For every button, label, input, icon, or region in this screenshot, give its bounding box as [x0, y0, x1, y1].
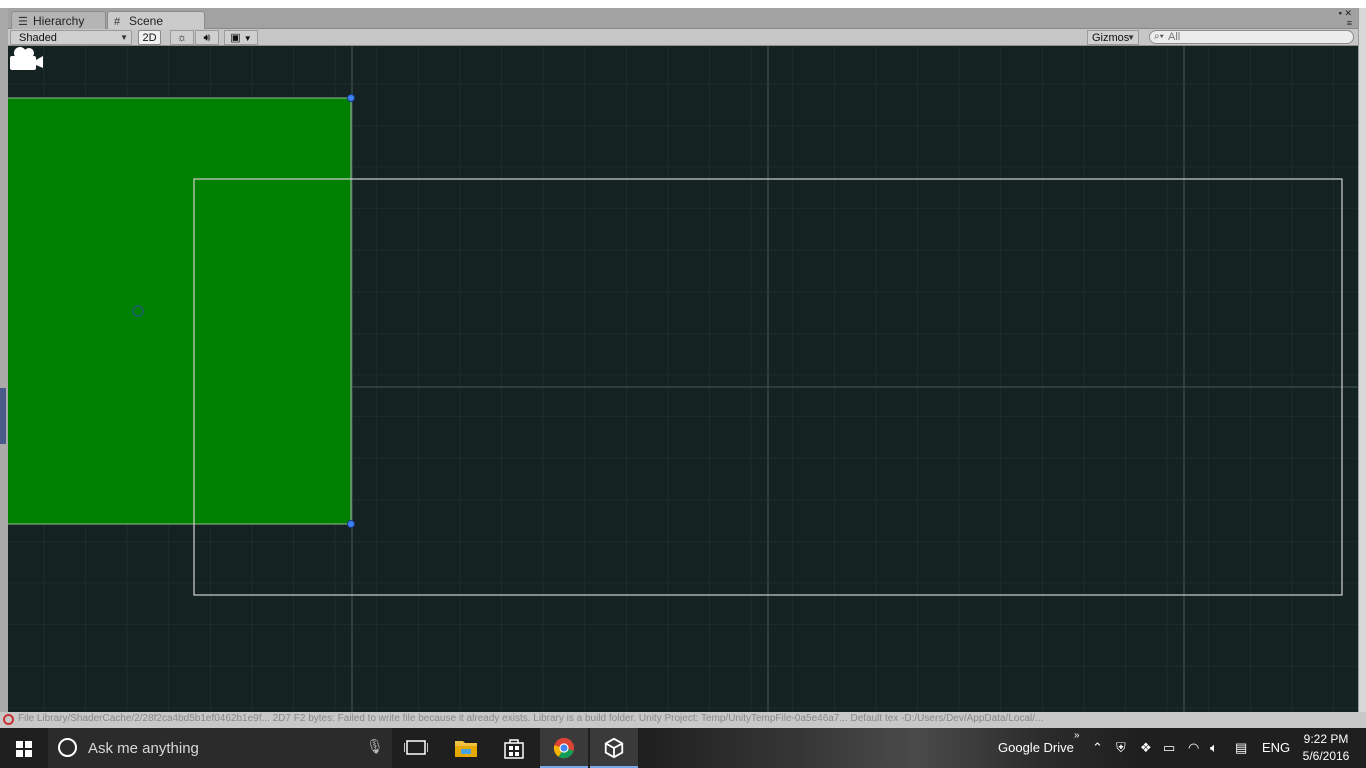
folder-icon: [455, 741, 477, 757]
language-indicator[interactable]: ENG: [1262, 740, 1290, 755]
cortana-search-placeholder: Ask me anything: [88, 740, 199, 757]
scene-toolbar: Shaded ▼ 2D ☼ 🔊︎ ▣ ▼ Gizmos ▼ ⌕▾ All: [8, 29, 1358, 46]
wifi-icon[interactable]: ◠: [1188, 740, 1199, 756]
task-view-icon: [404, 740, 428, 755]
tab-hierarchy[interactable]: ☰ Hierarchy: [11, 11, 106, 29]
clock-time: 9:22 PM: [1303, 732, 1349, 746]
chevron-down-icon: ▼: [243, 34, 252, 43]
shield-icon[interactable]: ⛨: [1116, 740, 1126, 756]
image-icon: ▣: [230, 32, 241, 44]
chrome-icon: [553, 737, 575, 759]
speaker-icon: 🔊︎: [203, 32, 211, 44]
dropbox-icon[interactable]: ❖: [1140, 740, 1152, 756]
sun-icon: ☼: [176, 32, 188, 44]
clock[interactable]: 9:22 PM 5/6/2016: [1300, 731, 1352, 765]
start-button[interactable]: [0, 728, 48, 768]
window-controls: ▪ ✕ ≡: [1339, 8, 1352, 28]
store-icon: [504, 739, 524, 759]
resize-handle-bottom-right[interactable]: [347, 520, 355, 528]
scene-viewport[interactable]: [8, 46, 1358, 720]
green-sprite[interactable]: [8, 97, 352, 525]
search-icon: ⌕▾: [1154, 31, 1164, 42]
scene-lighting-button[interactable]: ☼: [170, 30, 194, 45]
chevron-down-icon: ▼: [120, 33, 128, 42]
unity-icon: [604, 737, 624, 759]
chevron-up-double-icon[interactable]: »: [1074, 730, 1080, 741]
scene-effects-button[interactable]: ▣ ▼: [224, 30, 258, 45]
console-status-bar[interactable]: File Library/ShaderCache/2/28f2ca4bd5b1e…: [0, 712, 1366, 728]
scene-canvas: [8, 46, 1358, 720]
store-button[interactable]: [490, 728, 538, 768]
screen: ☰ Hierarchy # Scene ▪ ✕ ≡ Shaded ▼ 2D ☼ 🔊︎…: [0, 0, 1366, 768]
right-panel-edge[interactable]: [1358, 8, 1366, 720]
shading-mode-label: Shaded: [19, 32, 57, 44]
chrome-button[interactable]: [540, 728, 588, 768]
close-icon[interactable]: ✕: [1344, 8, 1352, 18]
panel-selection-marker: [0, 388, 6, 444]
console-message: File Library/ShaderCache/2/28f2ca4bd5b1e…: [18, 713, 1044, 724]
left-panel-edge: [0, 8, 8, 720]
resize-handle-top-right[interactable]: [347, 94, 355, 102]
tab-hierarchy-label: Hierarchy: [33, 14, 85, 28]
battery-icon[interactable]: ▭: [1163, 740, 1175, 756]
gizmos-label: Gizmos: [1092, 32, 1130, 44]
clock-date: 5/6/2016: [1302, 749, 1350, 763]
grid-icon: #: [114, 16, 121, 28]
tab-scene[interactable]: # Scene: [107, 11, 205, 30]
tab-scene-label: Scene: [129, 14, 164, 28]
scene-search-placeholder: All: [1168, 31, 1181, 43]
editor-tab-bar: ☰ Hierarchy # Scene ▪ ✕ ≡: [8, 8, 1358, 30]
list-icon: ☰: [18, 16, 28, 28]
title-strip: [0, 0, 1366, 8]
file-explorer-button[interactable]: [442, 728, 490, 768]
unity-button[interactable]: [590, 728, 638, 768]
windows-taskbar: Ask me anything 🎙︎ Google Drive » ⌃ ⛨ ❖ …: [0, 728, 1366, 768]
google-drive-tray-label[interactable]: Google Drive: [998, 740, 1074, 755]
notifications-icon[interactable]: ▤: [1235, 740, 1247, 756]
camera-gizmo-icon[interactable]: [8, 46, 44, 72]
volume-icon[interactable]: 🔈︎: [1210, 740, 1218, 756]
cortana-icon: [58, 738, 77, 757]
error-icon: [3, 714, 14, 725]
windows-logo-icon: [16, 741, 32, 757]
scene-audio-button[interactable]: 🔊︎: [195, 30, 219, 45]
maximize-icon[interactable]: ▪: [1339, 8, 1342, 18]
show-hidden-icons-icon[interactable]: ⌃: [1092, 740, 1103, 756]
cortana-search-box[interactable]: Ask me anything 🎙︎: [48, 728, 392, 768]
chevron-down-icon: ▼: [1127, 33, 1135, 42]
shading-mode-dropdown[interactable]: Shaded ▼: [10, 30, 132, 45]
toggle-2d-button[interactable]: 2D: [138, 30, 161, 45]
task-view-button[interactable]: [392, 728, 440, 768]
panel-menu-icon[interactable]: ≡: [1347, 18, 1352, 28]
gizmos-dropdown[interactable]: Gizmos ▼: [1087, 30, 1139, 45]
scene-search-input[interactable]: ⌕▾ All: [1149, 30, 1354, 44]
microphone-icon[interactable]: 🎙︎: [366, 738, 384, 755]
